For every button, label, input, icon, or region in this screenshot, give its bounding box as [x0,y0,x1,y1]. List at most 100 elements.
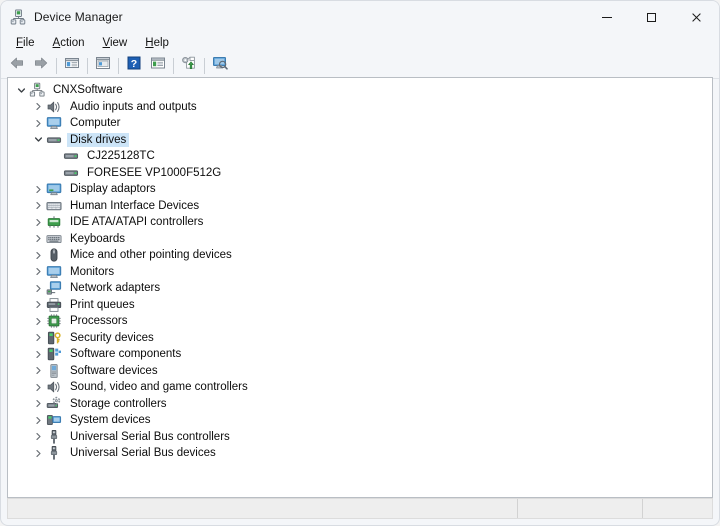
chevron-right-icon[interactable] [33,217,44,228]
tree-node[interactable]: Print queues [8,297,712,314]
tree-node[interactable]: Sound, video and game controllers [8,379,712,396]
chevron-right-icon[interactable] [33,316,44,327]
tree-node[interactable]: Disk drives [8,132,712,149]
tree-node[interactable]: CNXSoftware [8,82,712,99]
chevron-right-icon[interactable] [33,332,44,343]
chevron-right-icon[interactable] [33,118,44,129]
tree-node-label: Human Interface Devices [70,199,200,212]
tree-node-label: Mice and other pointing devices [70,249,232,262]
device-tree: CNXSoftware Audio inputs and outputs Com… [8,78,712,462]
tree-node[interactable]: Keyboards [8,231,712,248]
tree-node-label: Keyboards [70,232,125,245]
software-device-icon [46,363,62,379]
menu-view-rest: iew [109,37,128,49]
show-hide-console-tree-button[interactable] [60,55,84,77]
usb-icon [46,445,62,461]
toolbar-separator [56,57,57,74]
tree-node[interactable]: CJ225128TC [8,148,712,165]
tree-node[interactable]: IDE ATA/ATAPI controllers [8,214,712,231]
view-devices-button[interactable] [146,55,170,77]
tree-node[interactable]: Software components [8,346,712,363]
properties-button[interactable] [91,55,115,77]
chevron-right-icon[interactable] [33,233,44,244]
chevron-right-icon[interactable] [33,398,44,409]
menu-help[interactable]: Help [136,35,178,51]
security-device-icon [46,330,62,346]
menu-file[interactable]: File [7,35,44,51]
window-controls [584,1,719,33]
chevron-down-icon[interactable] [33,134,44,145]
tree-node-label: Processors [70,315,128,328]
tree-node[interactable]: Software devices [8,363,712,380]
tree-node-label: Universal Serial Bus devices [70,447,216,460]
tree-node[interactable]: Audio inputs and outputs [8,99,712,116]
back-button[interactable] [5,55,29,77]
tree-node[interactable]: Mice and other pointing devices [8,247,712,264]
tree-node[interactable]: System devices [8,412,712,429]
close-icon [691,12,702,23]
menu-action[interactable]: Action [44,35,94,51]
printer-icon [46,297,62,313]
chevron-right-icon[interactable] [33,200,44,211]
tree-node[interactable]: FORESEE VP1000F512G [8,165,712,182]
tree-node[interactable]: Monitors [8,264,712,281]
tree-node[interactable]: Network adapters [8,280,712,297]
tree-node[interactable]: Universal Serial Bus devices [8,445,712,462]
minimize-button[interactable] [584,1,629,33]
tree-node-label: Audio inputs and outputs [70,100,197,113]
scan-hardware-icon [212,55,228,76]
device-list-icon [150,55,166,76]
svg-text:?: ? [131,58,137,70]
chevron-right-icon[interactable] [33,349,44,360]
tree-node[interactable]: Processors [8,313,712,330]
close-button[interactable] [674,1,719,33]
tree-node[interactable]: Universal Serial Bus controllers [8,429,712,446]
tree-node[interactable]: Display adaptors [8,181,712,198]
help-button[interactable]: ? [122,55,146,77]
scan-hardware-button[interactable] [208,55,232,77]
processor-icon [46,313,62,329]
tree-node-label: Computer [70,117,121,130]
menu-view[interactable]: View [94,35,137,51]
help-question-icon: ? [126,55,142,76]
speaker-icon [46,379,62,395]
toolbar-separator [173,57,174,74]
tree-node[interactable]: Computer [8,115,712,132]
tree-node-label: CJ225128TC [87,150,155,163]
tree-node-label: FORESEE VP1000F512G [87,166,222,179]
maximize-button[interactable] [629,1,674,33]
disk-drive-icon [63,148,79,164]
hid-icon [46,198,62,214]
maximize-icon [647,12,656,22]
chevron-right-icon[interactable] [33,431,44,442]
chevron-right-icon[interactable] [33,283,44,294]
menu-view-accel: V [102,37,110,49]
network-adapter-icon [46,280,62,296]
chevron-right-icon[interactable] [33,266,44,277]
status-pane-secondary [517,499,642,518]
chevron-right-icon[interactable] [33,365,44,376]
tree-node[interactable]: Human Interface Devices [8,198,712,215]
update-driver-button[interactable] [177,55,201,77]
chevron-right-icon[interactable] [33,250,44,261]
forward-button[interactable] [29,55,53,77]
chevron-right-icon[interactable] [33,101,44,112]
chevron-right-icon[interactable] [33,382,44,393]
tree-node-label: Display adaptors [70,183,156,196]
update-driver-icon [181,55,197,76]
tree-node-label: Sound, video and game controllers [70,381,248,394]
chevron-right-icon[interactable] [33,415,44,426]
tree-node[interactable]: Storage controllers [8,396,712,413]
device-manager-window: Device Manager File Action View Help ? C… [0,0,720,526]
chevron-right-icon[interactable] [33,184,44,195]
status-bar [7,498,713,519]
keyboard-icon [46,231,62,247]
disk-drive-icon [46,132,62,148]
chevron-right-icon[interactable] [33,299,44,310]
device-tree-panel[interactable]: CNXSoftware Audio inputs and outputs Com… [7,77,713,498]
toolbar: ? [1,53,719,79]
chevron-down-icon[interactable] [16,85,27,96]
chevron-right-icon[interactable] [33,448,44,459]
tree-node[interactable]: Security devices [8,330,712,347]
tree-node-label: Network adapters [70,282,161,295]
